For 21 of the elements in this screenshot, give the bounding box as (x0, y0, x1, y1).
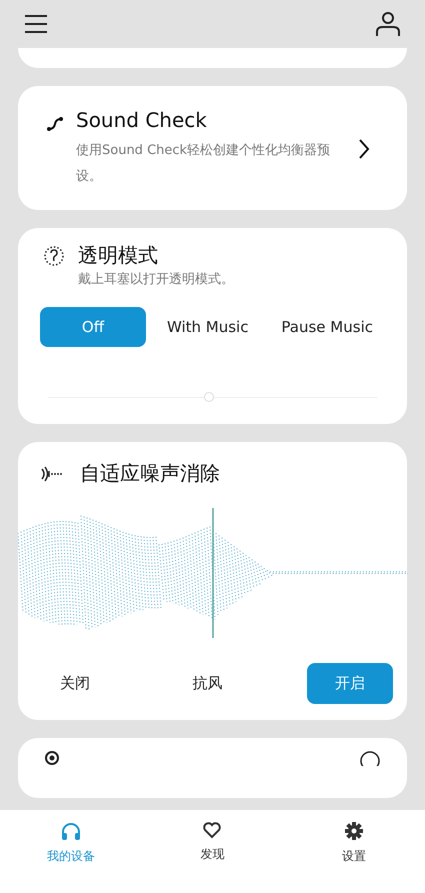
curve-icon (46, 116, 64, 132)
chevron-right-icon[interactable] (358, 138, 370, 160)
anc-option[interactable]: 抗风 (174, 663, 240, 704)
nav-tab[interactable]: 发现 (167, 820, 258, 870)
headphones-icon (60, 821, 82, 841)
user-icon[interactable] (375, 11, 401, 37)
transparency-description: 戴上耳塞以打开透明模式。 (77, 271, 235, 289)
anc-option[interactable]: 关闭 (42, 663, 108, 704)
menu-icon[interactable] (24, 14, 48, 34)
sound-check-description: 使用Sound Check轻松创建个性化均衡器预设。 (76, 142, 332, 186)
mode-option[interactable]: With Music (154, 307, 260, 347)
sound-check-title: Sound Check (76, 108, 208, 132)
mode-option[interactable]: Pause Music (269, 307, 385, 347)
settings-icon (344, 821, 364, 841)
slider-thumb[interactable] (204, 392, 214, 402)
transparency-title: 透明模式 (78, 242, 158, 269)
sound-check-card[interactable]: Sound Check 使用Sound Check轻松创建个性化均衡器预设。 (18, 86, 407, 210)
heart-icon (202, 821, 222, 839)
anc-title: 自适应噪声消除 (80, 460, 220, 487)
location-pin-icon (44, 750, 60, 766)
nav-tab[interactable]: 设置 (309, 820, 400, 870)
